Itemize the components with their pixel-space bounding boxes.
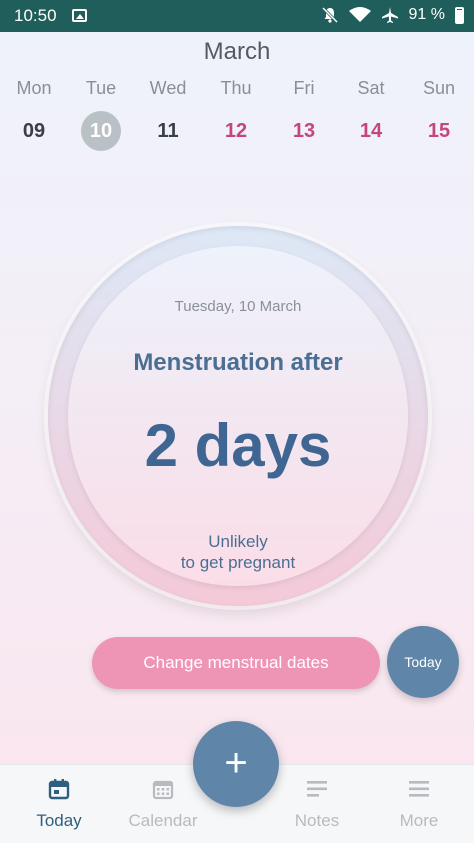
- nav-today[interactable]: Today: [0, 765, 118, 843]
- calendar-grid-icon: [152, 780, 174, 800]
- day-number-period: 15: [427, 120, 451, 142]
- status-time: 10:50: [14, 6, 57, 25]
- nav-label: Today: [36, 811, 82, 830]
- wifi-icon: [348, 7, 371, 22]
- add-button[interactable]: +: [193, 721, 279, 807]
- day-number-selected: 10: [81, 111, 121, 151]
- day-sun[interactable]: Sun 15: [409, 76, 469, 151]
- nav-label: More: [399, 811, 439, 830]
- circle-title: Menstruation after: [133, 349, 343, 376]
- menu-icon: [409, 781, 429, 797]
- nav-label: Notes: [294, 811, 340, 830]
- day-fri[interactable]: Fri 13: [274, 76, 334, 151]
- notes-icon: [307, 781, 327, 797]
- day-name: Sun: [422, 78, 456, 98]
- day-thu[interactable]: Thu 12: [206, 76, 266, 151]
- pregnancy-chance-line2: to get pregnant: [180, 553, 296, 572]
- day-mon[interactable]: Mon 09: [4, 76, 64, 151]
- day-number-period: 12: [224, 120, 248, 142]
- status-bar: 10:50 91 %: [0, 0, 474, 32]
- day-name: Sat: [357, 78, 385, 98]
- battery-percent: 91 %: [408, 6, 445, 23]
- today-button[interactable]: Today: [387, 626, 459, 698]
- day-name: Tue: [85, 78, 117, 98]
- day-number: 11: [157, 120, 179, 142]
- circle-date: Tuesday, 10 March: [174, 298, 302, 315]
- day-sat[interactable]: Sat 14: [341, 76, 401, 151]
- day-name: Fri: [293, 78, 315, 98]
- day-number: 09: [22, 120, 46, 142]
- month-title: March: [203, 38, 271, 65]
- change-menstrual-dates-button[interactable]: Change menstrual dates: [92, 637, 380, 689]
- battery-icon: [455, 6, 464, 24]
- bell-off-icon: [321, 6, 338, 24]
- day-name: Thu: [220, 78, 252, 98]
- airplane-icon: [381, 7, 398, 23]
- day-wed[interactable]: Wed 11: [138, 76, 198, 151]
- nav-label: Calendar: [128, 811, 198, 830]
- calendar-today-icon: [48, 779, 70, 800]
- day-number-period: 13: [292, 120, 316, 142]
- day-name: Wed: [149, 78, 187, 98]
- pregnancy-chance: Unlikely to get pregnant: [68, 531, 408, 573]
- nav-more[interactable]: More: [360, 765, 474, 843]
- image-notification-icon: [72, 9, 87, 22]
- day-name: Mon: [16, 78, 52, 98]
- status-icons: 91 %: [321, 5, 464, 25]
- day-tue[interactable]: Tue 10: [71, 76, 131, 151]
- day-number-period: 14: [359, 120, 383, 142]
- cycle-circle[interactable]: Tuesday, 10 March Menstruation after 2 d…: [68, 246, 408, 586]
- pregnancy-chance-line1: Unlikely: [208, 532, 268, 551]
- week-strip: Mon 09 Tue 10 Wed 11 Thu 12 Fri 13 Sat 1…: [0, 76, 474, 156]
- days-count: 2 days: [144, 412, 332, 479]
- cycle-ring: Tuesday, 10 March Menstruation after 2 d…: [48, 226, 428, 606]
